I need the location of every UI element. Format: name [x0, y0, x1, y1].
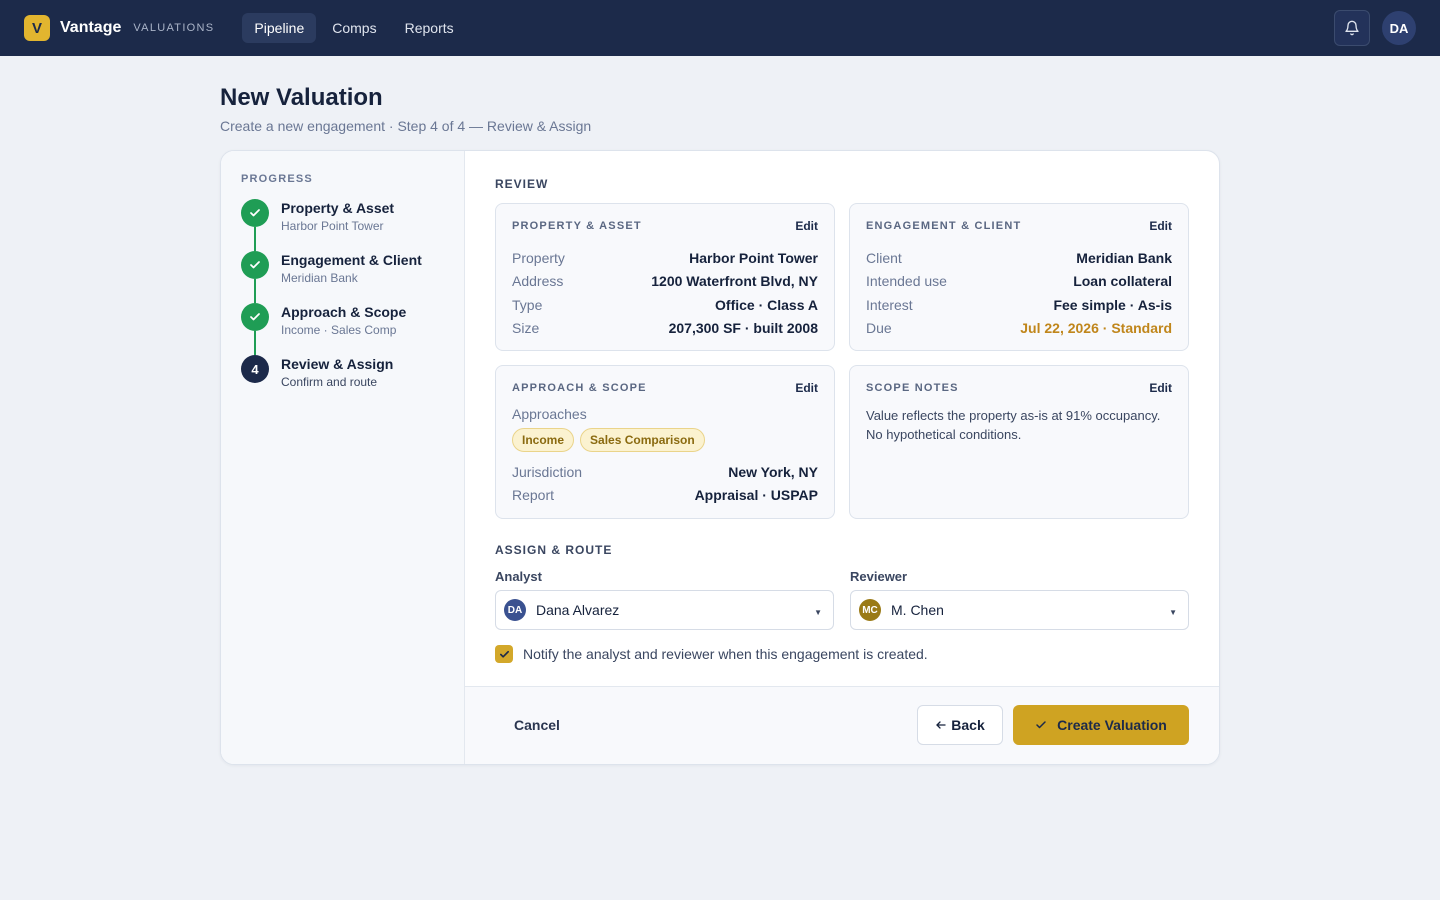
progress-sidebar: PROGRESS Property & Asset Harbor Point T… [221, 151, 465, 764]
step-property-asset[interactable]: Property & Asset Harbor Point Tower [241, 199, 444, 251]
review-section-label: REVIEW [495, 177, 549, 191]
step-connector [254, 331, 256, 355]
reviewer-value: M. Chen [891, 602, 944, 618]
back-button[interactable]: Back [917, 705, 1003, 745]
page-title: New Valuation [220, 84, 383, 111]
approaches-label: Approaches [512, 406, 587, 422]
reviewer-field: Reviewer MC M. Chen ▼ [850, 569, 1189, 630]
wizard-card: PROGRESS Property & Asset Harbor Point T… [220, 150, 1220, 765]
review-grid: PROPERTY & ASSET Edit Property Harbor Poi… [495, 203, 1189, 519]
assign-section: ASSIGN & ROUTE Analyst DA Dana Alvarez ▼… [495, 543, 1189, 663]
property-summary-box: PROPERTY & ASSET Edit Property Harbor Poi… [495, 203, 835, 351]
avatar: DA [504, 599, 526, 621]
box-title: PROPERTY & ASSET [512, 220, 642, 232]
due-date-value: Jul 22, 2026 · Standard [1020, 320, 1172, 337]
summary-row: Jurisdiction New York, NY [512, 463, 818, 480]
edit-notes-link[interactable]: Edit [1149, 381, 1172, 395]
top-actions: DA [1334, 10, 1416, 46]
box-title: ENGAGEMENT & CLIENT [866, 220, 1022, 232]
chevron-down-icon: ▼ [814, 608, 822, 617]
step-approach-scope[interactable]: Approach & Scope Income · Sales Comp [241, 303, 444, 355]
scope-notes-text: Value reflects the property as-is at 91%… [866, 408, 1161, 442]
summary-row: Size 207,300 SF · built 2008 [512, 320, 818, 337]
summary-row: Client Meridian Bank [866, 249, 1172, 266]
step-subtitle: Income · Sales Comp [281, 323, 397, 337]
step-title: Review & Assign [281, 356, 394, 372]
check-icon [250, 313, 260, 321]
page-subtitle: Create a new engagement · Step 4 of 4 — … [220, 118, 592, 134]
brand-logo[interactable]: V [24, 15, 50, 41]
step-review-assign[interactable]: 4 Review & Assign Confirm and route [241, 355, 444, 407]
top-navbar: V Vantage VALUATIONS Pipeline Comps Repo… [0, 0, 1440, 56]
scope-notes-box: SCOPE NOTES Edit Value reflects the prop… [849, 365, 1189, 519]
step-complete-dot [241, 303, 269, 331]
avatar: MC [859, 599, 881, 621]
chevron-down-icon: ▼ [1169, 608, 1177, 617]
edit-property-link[interactable]: Edit [795, 219, 818, 233]
check-icon [250, 209, 260, 217]
summary-row: Report Appraisal · USPAP [512, 487, 818, 504]
summary-row: Type Office · Class A [512, 296, 818, 313]
main-nav: Pipeline Comps Reports [242, 13, 465, 43]
step-subtitle: Harbor Point Tower [281, 219, 384, 233]
step-title: Property & Asset [281, 200, 395, 216]
notify-checkbox[interactable] [495, 645, 513, 663]
wizard-footer: Cancel Back Create Valuation [465, 686, 1219, 764]
box-title: SCOPE NOTES [866, 382, 959, 394]
approach-summary-box: APPROACH & SCOPE Edit Approaches Income … [495, 365, 835, 519]
analyst-field: Analyst DA Dana Alvarez ▼ [495, 569, 834, 630]
create-label: Create Valuation [1057, 717, 1167, 733]
nav-item-comps[interactable]: Comps [320, 13, 388, 43]
back-label: Back [951, 717, 985, 733]
step-complete-dot [241, 199, 269, 227]
progress-steps: Property & Asset Harbor Point Tower Enga… [241, 199, 444, 407]
step-subtitle: Confirm and route [281, 375, 378, 389]
user-avatar[interactable]: DA [1382, 11, 1416, 45]
notifications-button[interactable] [1334, 10, 1370, 46]
summary-row: Interest Fee simple · As-is [866, 296, 1172, 313]
notify-option: Notify the analyst and reviewer when thi… [495, 645, 1189, 663]
summary-row: Due Jul 22, 2026 · Standard [866, 320, 1172, 337]
step-title: Engagement & Client [281, 252, 422, 268]
analyst-label: Analyst [495, 569, 542, 584]
edit-approach-link[interactable]: Edit [795, 381, 818, 395]
summary-row: Address 1200 Waterfront Blvd, NY [512, 273, 818, 290]
summary-row: Intended use Loan collateral [866, 273, 1172, 290]
analyst-value: Dana Alvarez [536, 602, 620, 618]
step-current-dot: 4 [241, 355, 269, 383]
brand-name: Vantage [60, 19, 122, 36]
cancel-button[interactable]: Cancel [514, 717, 560, 733]
analyst-select[interactable]: DA Dana Alvarez ▼ [495, 590, 834, 630]
review-panel: REVIEW PROPERTY & ASSET Edit Property Har… [465, 151, 1219, 764]
create-valuation-button[interactable]: Create Valuation [1013, 705, 1189, 745]
progress-label: PROGRESS [241, 173, 313, 185]
check-icon [250, 261, 260, 269]
assign-section-label: ASSIGN & ROUTE [495, 543, 613, 557]
chip-sales-comparison: Sales Comparison [580, 428, 705, 452]
summary-row: Property Harbor Point Tower [512, 249, 818, 266]
step-subtitle: Meridian Bank [281, 271, 358, 285]
check-icon [1036, 721, 1046, 729]
edit-engagement-link[interactable]: Edit [1149, 219, 1172, 233]
step-connector [254, 279, 256, 303]
notify-label[interactable]: Notify the analyst and reviewer when thi… [523, 646, 928, 662]
check-icon [499, 650, 509, 658]
step-engagement-client[interactable]: Engagement & Client Meridian Bank [241, 251, 444, 303]
chip-income: Income [512, 428, 575, 452]
step-title: Approach & Scope [281, 304, 407, 320]
box-title: APPROACH & SCOPE [512, 382, 647, 394]
reviewer-select[interactable]: MC M. Chen ▼ [850, 590, 1189, 630]
engagement-summary-box: ENGAGEMENT & CLIENT Edit Client Meridian … [849, 203, 1189, 351]
step-complete-dot [241, 251, 269, 279]
nav-item-pipeline[interactable]: Pipeline [242, 13, 317, 43]
brand-subtitle: VALUATIONS [133, 22, 215, 34]
page-header: New Valuation Create a new engagement · … [220, 84, 591, 134]
nav-item-reports[interactable]: Reports [393, 13, 466, 43]
arrow-left-icon [936, 721, 946, 729]
approach-chips: Income Sales Comparison [512, 428, 818, 452]
reviewer-label: Reviewer [850, 569, 908, 584]
bell-icon [1345, 20, 1359, 36]
step-connector [254, 227, 256, 251]
